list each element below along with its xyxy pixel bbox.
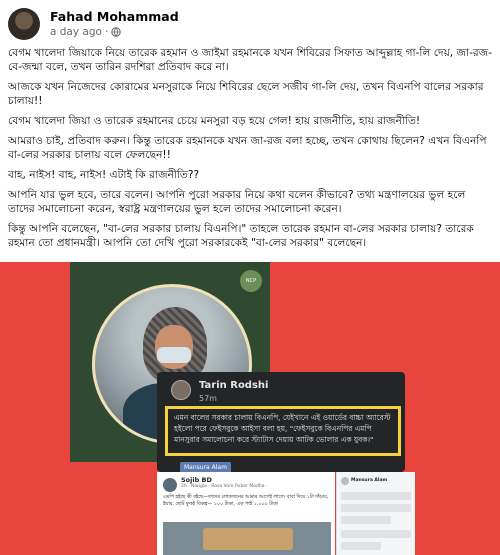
globe-icon [111,27,121,37]
paragraph-4: আমরাও চাই, প্রতিবাদ করুন। কিন্তু তারেক র… [8,135,487,161]
mini-row [341,492,411,500]
mini-avatar [341,477,349,485]
commenter-name: Tarin Rodshi [199,380,269,391]
mini-row [341,516,391,524]
paragraph-7: কিন্তু আপনি বলেছেন, "বা-লের সরকার চালায়… [8,223,474,249]
fb-post-thumbnail [163,522,331,555]
meta-separator: · [104,26,109,38]
screenshot-side-panel: Mansura Alam [336,472,415,555]
screenshot-fb-post: Sojib BD 2h · Nangla - Rosa Vore Puber M… [157,472,335,555]
post-text: বেগম খালেদা জিয়াকে নিয়ে তারেক রহমান ও … [8,46,494,256]
face-mask [157,347,191,363]
mini-panel-title: Mansura Alam [351,478,388,483]
paragraph-1: বেগম খালেদা জিয়াকে নিয়ে তারেক রহমান ও … [8,47,493,73]
author-name[interactable]: Fahad Mohammad [50,9,179,24]
paragraph-5: বাহ, নাইস! বাহ, নাইস! এটাই কি রাজনীতি?? [8,169,200,181]
paragraph-6: আপনি যার ভুল হবে, তারে বলেন। আপনি পুরো স… [8,189,466,215]
fb-post-text: এমপি হইছে কী বইছে—তাদের লোকজনের আমার আগে… [163,495,329,507]
post-time[interactable]: a day ago [50,26,102,38]
avatar[interactable] [8,8,40,40]
comment-time: 57m [199,394,217,403]
paragraph-3: বেগম খালেদা জিয়া ও তারেক রহমানের চেয়ে … [8,115,421,127]
mini-row [341,504,411,512]
mini-row [341,530,411,538]
paragraph-2: আজকে যখন নিজেদের কোরামের মনসুরাকে নিয়ে … [8,81,484,107]
highlighted-quote: এমন বালের সরকার চালায় বিএনপি, যেইখানে এ… [165,406,401,456]
fb-post-avatar [163,478,177,492]
post-header: Fahad Mohammad a day ago · [8,4,492,44]
post-image[interactable]: NCP Tarin Rodshi 57m এমন বালের সরকার চাল… [0,262,500,555]
party-logo: NCP [240,270,262,292]
screenshot-comment-card: Tarin Rodshi 57m এমন বালের সরকার চালায় … [157,372,405,472]
mini-row [341,542,381,550]
fb-post-name: Sojib BD [181,476,212,484]
commenter-avatar [171,380,191,400]
fb-post-subtitle: 2h · Nangla - Rosa Vore Puber Modha · [181,484,268,489]
post-meta: a day ago · [50,26,121,38]
